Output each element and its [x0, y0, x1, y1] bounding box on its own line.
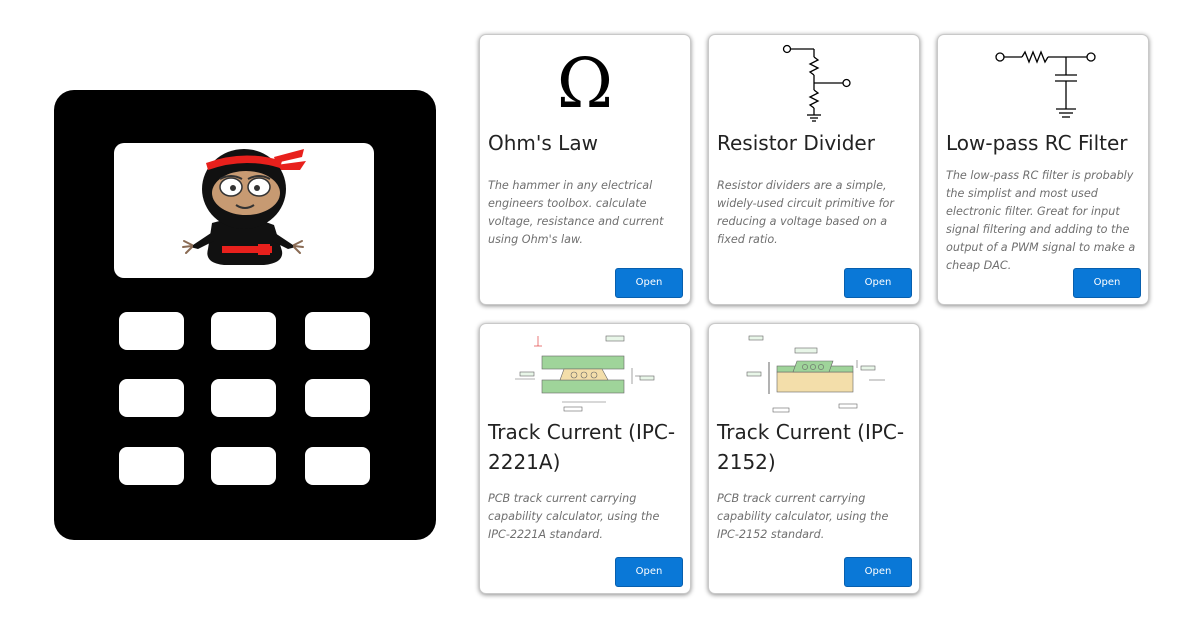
calculator-key	[305, 312, 370, 350]
rc-filter-schematic-icon	[995, 50, 1096, 118]
card-title: Track Current (IPC-2152)	[717, 420, 905, 474]
open-button[interactable]: Open	[844, 557, 912, 587]
calculator-key	[119, 447, 184, 485]
card-track-current-ipc-2152: Track Current (IPC-2152) PCB track curre…	[708, 323, 920, 594]
card-description: Resistor dividers are a simple, widely-u…	[717, 179, 894, 246]
card-description: The hammer in any electrical engineers t…	[488, 179, 664, 246]
calculator-key	[305, 447, 370, 485]
ninja-icon	[182, 149, 306, 265]
card-description: PCB track current carrying capability ca…	[488, 492, 660, 541]
card-thumbnail	[480, 324, 690, 420]
card-thumbnail	[709, 324, 919, 420]
calculator-key	[119, 312, 184, 350]
pcb-track-ipc2221a-diagram-icon	[515, 335, 655, 412]
card-track-current-ipc-2221a: Track Current (IPC-2221A) PCB track curr…	[479, 323, 691, 594]
resistor-divider-schematic-icon	[782, 44, 851, 122]
card-ohms-law: Ω Ohm's Law The hammer in any electrical…	[479, 34, 691, 305]
card-thumbnail: Ω	[480, 35, 690, 131]
card-low-pass-rc-filter: Low-pass RC Filter The low-pass RC filte…	[937, 34, 1149, 305]
calculator-key	[119, 379, 184, 417]
open-button[interactable]: Open	[1073, 268, 1141, 298]
calculator-logo	[54, 90, 436, 540]
card-resistor-divider: Resistor Divider Resistor dividers are a…	[708, 34, 920, 305]
card-title: Low-pass RC Filter	[946, 131, 1128, 155]
card-thumbnail	[709, 35, 919, 131]
calculator-key	[211, 379, 276, 417]
omega-icon: Ω	[556, 45, 614, 124]
calculator-key	[211, 447, 276, 485]
open-button[interactable]: Open	[615, 557, 683, 587]
calculator-screen	[114, 143, 374, 278]
pcb-track-ipc2152-diagram-icon	[746, 335, 885, 413]
calculator-key	[211, 312, 276, 350]
card-description: PCB track current carrying capability ca…	[717, 492, 889, 541]
card-title: Track Current (IPC-2221A)	[488, 420, 676, 474]
card-title: Ohm's Law	[488, 131, 598, 155]
calculator-key	[305, 379, 370, 417]
open-button[interactable]: Open	[844, 268, 912, 298]
open-button[interactable]: Open	[615, 268, 683, 298]
card-description: The low-pass RC filter is probably the s…	[946, 169, 1136, 272]
card-title: Resistor Divider	[717, 131, 875, 155]
card-thumbnail	[938, 35, 1148, 131]
